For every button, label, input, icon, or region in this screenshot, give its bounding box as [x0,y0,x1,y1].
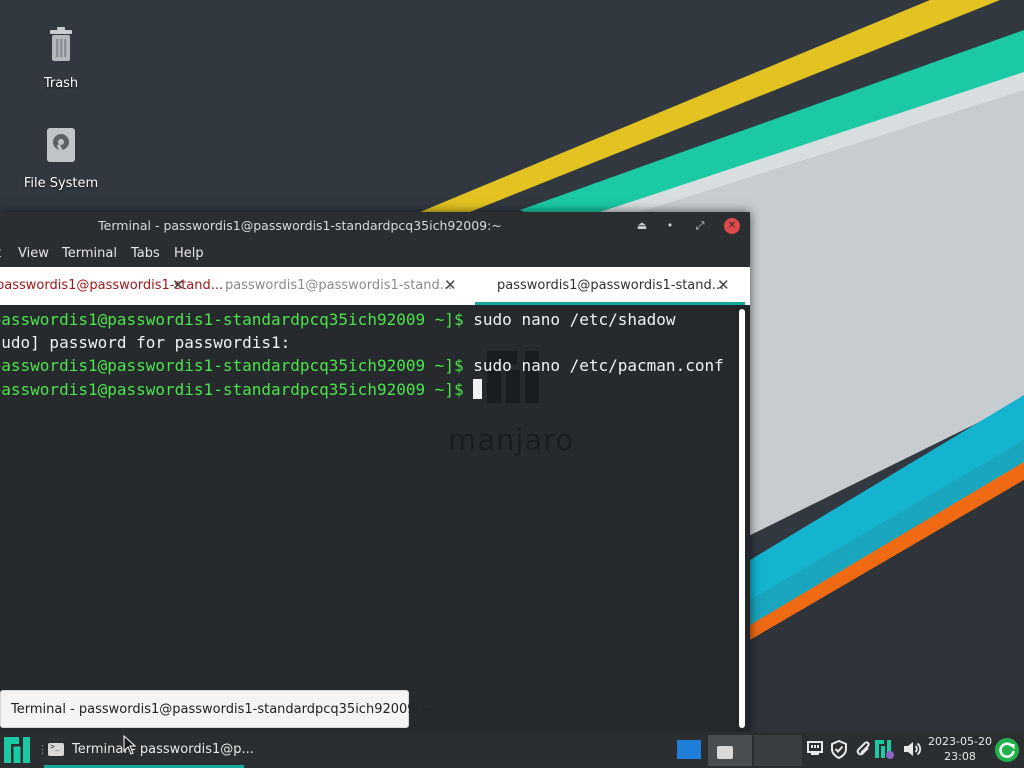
terminal-scrollbar[interactable] [736,305,750,732]
tab-close-icon[interactable]: ✕ [717,276,730,294]
menu-help[interactable]: Help [174,246,204,261]
network-icon[interactable] [804,738,826,760]
shade-button[interactable]: ⏏ [633,217,651,235]
menu-bar: t View Terminal Tabs Help [0,240,750,267]
workspace-switcher-3[interactable] [754,735,802,766]
workspace-preview [677,740,701,759]
terminal-line: [passwordis1@passwordis1-standardpcq35ic… [0,310,676,329]
terminal-line: [passwordis1@passwordis1-standardpcq35ic… [0,356,724,375]
maximize-button[interactable]: ⤢ [691,217,709,235]
shell-command: sudo nano /etc/shadow [463,310,676,329]
taskbar-task-label: Terminal - passwordis1@p... [72,742,254,757]
trash-icon [50,27,72,61]
menu-terminal[interactable]: Terminal [62,246,117,261]
menu-tabs[interactable]: Tabs [131,246,160,261]
update-icon[interactable] [994,737,1020,763]
tab-close-icon[interactable]: ✕ [444,276,457,294]
menu-view[interactable]: View [18,246,49,261]
shield-icon[interactable] [828,738,850,760]
terminal-tab-3[interactable]: passwordis1@passwordis1-stand... ✕ [475,267,745,305]
taskbar-tooltip: Terminal - passwordis1@passwordis1-stand… [0,690,431,728]
tab-close-icon[interactable]: ✕ [172,276,185,294]
tab-label: passwordis1@passwordis1-stand... [497,278,725,293]
scrollbar-thumb[interactable] [739,309,745,728]
shell-output: [sudo] password for passwordis1: [0,333,291,352]
close-button[interactable]: ✕ [724,218,740,234]
tab-label: passwordis1@passwordis1-stand... [225,278,453,293]
text-cursor [473,379,483,399]
clock-date: 2023-05-20 [928,735,992,748]
shell-command: sudo nano /etc/pacman.conf [463,356,724,375]
clock[interactable]: 2023-05-20 23:08 [928,734,992,764]
minimize-button[interactable]: • [661,217,679,235]
terminal-output[interactable]: manjaro [passwordis1@passwordis1-standar… [0,305,736,732]
manjaro-logo-text: manjaro [448,423,575,457]
window-title: Terminal - passwordis1@passwordis1-stand… [98,218,502,233]
terminal-window[interactable]: Terminal - passwordis1@passwordis1-stand… [0,212,750,732]
drive-icon [47,128,75,162]
shell-prompt: [passwordis1@passwordis1-standardpcq35ic… [0,380,464,399]
workspace-switcher-1[interactable] [672,735,706,766]
desktop-icon-file-system[interactable]: File System [11,122,111,191]
menu-edit[interactable]: t [0,246,1,261]
shell-prompt: [passwordis1@passwordis1-standardpcq35ic… [0,356,464,375]
terminal-tab-1[interactable]: passwordis1@passwordis1-stand... ✕ [0,267,223,305]
terminal-icon [48,742,64,756]
clock-time: 23:08 [944,750,976,763]
shell-prompt: [passwordis1@passwordis1-standardpcq35ic… [0,310,464,329]
workspace-switcher-2[interactable] [708,735,752,766]
manjaro-menu-icon[interactable] [4,737,30,763]
desktop-icon-label: File System [23,176,99,191]
desktop-icon-trash[interactable]: Trash [11,22,111,91]
tooltip-text: Terminal - passwordis1@passwordis1-stand… [11,702,431,717]
shell-command [464,380,474,399]
tab-label: passwordis1@passwordis1-stand... [0,278,224,293]
tab-bar: passwordis1@passwordis1-stand... ✕ passw… [0,267,750,305]
taskbar-terminal-button[interactable]: Terminal - passwordis1@p... [44,732,254,768]
terminal-tab-2[interactable]: passwordis1@passwordis1-stand... ✕ [205,267,475,305]
window-titlebar[interactable]: Terminal - passwordis1@passwordis1-stand… [0,212,750,240]
mouse-pointer-icon [123,735,137,755]
terminal-icon [717,746,733,759]
terminal-line: [passwordis1@passwordis1-standardpcq35ic… [0,379,483,399]
desktop-icon-label: Trash [43,76,79,91]
volume-icon[interactable] [901,738,923,760]
terminal-line: [sudo] password for passwordis1: [0,333,290,352]
manjaro-settings-icon[interactable] [873,738,895,760]
clipboard-icon[interactable] [851,738,873,760]
